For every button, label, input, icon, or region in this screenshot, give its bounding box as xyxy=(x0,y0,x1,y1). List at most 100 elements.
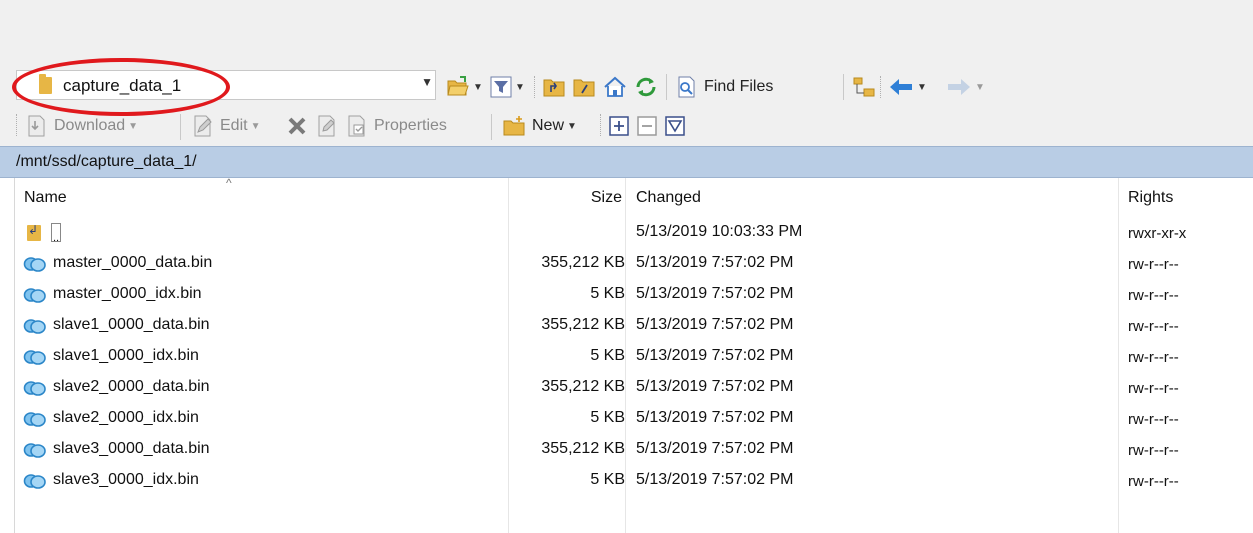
file-changed: 5/13/2019 7:57:02 PM xyxy=(636,347,794,364)
tree-view-button[interactable] xyxy=(852,72,876,102)
column-header-changed[interactable]: Changed xyxy=(636,180,1106,216)
file-name: slave1_0000_data.bin xyxy=(53,316,210,333)
chevron-down-icon[interactable]: ▼ xyxy=(975,82,985,93)
file-row-parent-directory[interactable]: .. 5/13/2019 10:03:33 PM rwxr-xr-x xyxy=(15,219,1253,250)
delete-icon xyxy=(288,117,306,135)
file-name: master_0000_idx.bin xyxy=(53,285,202,302)
file-row[interactable]: slave3_0000_data.bin 355,212 KB 5/13/201… xyxy=(15,436,1253,467)
file-changed: 5/13/2019 7:57:02 PM xyxy=(636,316,794,333)
parent-dir-icon xyxy=(27,223,41,241)
file-rights: rw-r--r-- xyxy=(1128,442,1179,459)
file-row[interactable]: master_0000_idx.bin 5 KB 5/13/2019 7:57:… xyxy=(15,281,1253,312)
chevron-down-icon[interactable]: ▼ xyxy=(917,82,927,93)
parent-directory-button[interactable] xyxy=(542,72,566,102)
file-size: 355,212 KB xyxy=(541,378,625,395)
toolbar-separator xyxy=(666,74,667,100)
toolbar-separator xyxy=(843,74,844,100)
minus-box-icon xyxy=(637,116,657,136)
download-button[interactable]: Download ▼ xyxy=(26,111,138,141)
file-row[interactable]: slave1_0000_idx.bin 5 KB 5/13/2019 7:57:… xyxy=(15,343,1253,374)
edit-button[interactable]: Edit ▼ xyxy=(192,111,260,141)
delete-button[interactable] xyxy=(286,111,308,141)
back-icon xyxy=(890,79,912,95)
find-files-button[interactable]: Find Files xyxy=(676,72,773,102)
file-rights: rw-r--r-- xyxy=(1128,287,1179,304)
file-size: 5 KB xyxy=(590,471,625,488)
file-changed: 5/13/2019 10:03:33 PM xyxy=(636,223,803,240)
toolbar-grip xyxy=(534,76,538,98)
file-changed: 5/13/2019 7:57:02 PM xyxy=(636,285,794,302)
select-files-button[interactable] xyxy=(608,111,630,141)
new-folder-icon xyxy=(503,116,525,136)
file-name: slave3_0000_idx.bin xyxy=(53,471,199,488)
file-rights: rwxr-xr-x xyxy=(1128,225,1187,242)
filter-view-button[interactable] xyxy=(664,111,686,141)
edit-icon xyxy=(194,115,212,137)
rename-button[interactable] xyxy=(316,111,338,141)
column-header-size[interactable]: Size xyxy=(512,180,622,216)
current-path: /mnt/ssd/capture_data_1/ xyxy=(16,153,197,170)
home-directory-button[interactable] xyxy=(603,72,627,102)
file-name: master_0000_data.bin xyxy=(53,254,213,271)
download-icon xyxy=(28,115,45,137)
root-directory-button[interactable] xyxy=(572,72,596,102)
new-button[interactable]: New ▼ xyxy=(502,111,577,141)
refresh-button[interactable] xyxy=(634,72,658,102)
properties-label: Properties xyxy=(374,117,447,134)
plus-box-icon xyxy=(609,116,629,136)
highlight-circle-annotation xyxy=(12,58,230,116)
back-button[interactable]: ▼ xyxy=(888,72,927,102)
file-size: 355,212 KB xyxy=(541,316,625,333)
chevron-down-icon[interactable]: ▼ xyxy=(421,75,433,89)
file-size: 5 KB xyxy=(590,409,625,426)
edit-label: Edit xyxy=(220,117,248,134)
chevron-down-icon[interactable]: ▼ xyxy=(515,82,525,93)
filter-box-icon xyxy=(665,116,685,136)
download-label: Download xyxy=(54,117,126,134)
file-changed: 5/13/2019 7:57:02 PM xyxy=(636,378,794,395)
file-row[interactable]: slave1_0000_data.bin 355,212 KB 5/13/201… xyxy=(15,312,1253,343)
file-rights: rw-r--r-- xyxy=(1128,256,1179,273)
new-label: New xyxy=(532,117,565,134)
parent-dir-marker: .. xyxy=(51,223,61,244)
open-directory-button[interactable]: ▼ xyxy=(446,72,483,102)
chevron-down-icon[interactable]: ▼ xyxy=(567,121,577,132)
bin-file-icon xyxy=(23,412,46,427)
bin-file-icon xyxy=(23,288,46,303)
unselect-files-button[interactable] xyxy=(636,111,658,141)
file-row[interactable]: slave2_0000_data.bin 355,212 KB 5/13/201… xyxy=(15,374,1253,405)
file-size: 5 KB xyxy=(590,347,625,364)
toolbar-separator xyxy=(180,114,181,140)
file-changed: 5/13/2019 7:57:02 PM xyxy=(636,440,794,457)
refresh-icon xyxy=(636,77,656,97)
tree-icon xyxy=(853,77,875,97)
bin-file-icon xyxy=(23,474,46,489)
file-changed: 5/13/2019 7:57:02 PM xyxy=(636,471,794,488)
rename-icon xyxy=(318,115,335,137)
properties-button[interactable]: Properties xyxy=(346,111,447,141)
file-name: slave2_0000_data.bin xyxy=(53,378,210,395)
toolbar-grip xyxy=(600,114,604,136)
column-header-name[interactable]: Name xyxy=(24,180,504,216)
toolbar-grip xyxy=(880,76,884,98)
file-changed: 5/13/2019 7:57:02 PM xyxy=(636,409,794,426)
file-row[interactable]: slave3_0000_idx.bin 5 KB 5/13/2019 7:57:… xyxy=(15,467,1253,498)
chevron-down-icon[interactable]: ▼ xyxy=(251,121,261,132)
file-size: 5 KB xyxy=(590,285,625,302)
toolbar-grip xyxy=(16,114,20,136)
bin-file-icon xyxy=(23,443,46,458)
file-name: slave3_0000_data.bin xyxy=(53,440,210,457)
file-rights: rw-r--r-- xyxy=(1128,349,1179,366)
find-files-label: Find Files xyxy=(704,78,774,95)
chevron-down-icon[interactable]: ▼ xyxy=(128,121,138,132)
file-rights: rw-r--r-- xyxy=(1128,318,1179,335)
filter-button[interactable]: ▼ xyxy=(490,72,525,102)
filter-icon xyxy=(490,76,512,98)
file-row[interactable]: master_0000_data.bin 355,212 KB 5/13/201… xyxy=(15,250,1253,281)
chevron-down-icon[interactable]: ▼ xyxy=(473,82,483,93)
forward-button[interactable]: ▼ xyxy=(946,72,985,102)
file-row[interactable]: slave2_0000_idx.bin 5 KB 5/13/2019 7:57:… xyxy=(15,405,1253,436)
file-name: slave2_0000_idx.bin xyxy=(53,409,199,426)
find-files-icon xyxy=(678,76,695,98)
column-header-rights[interactable]: Rights xyxy=(1128,180,1248,216)
